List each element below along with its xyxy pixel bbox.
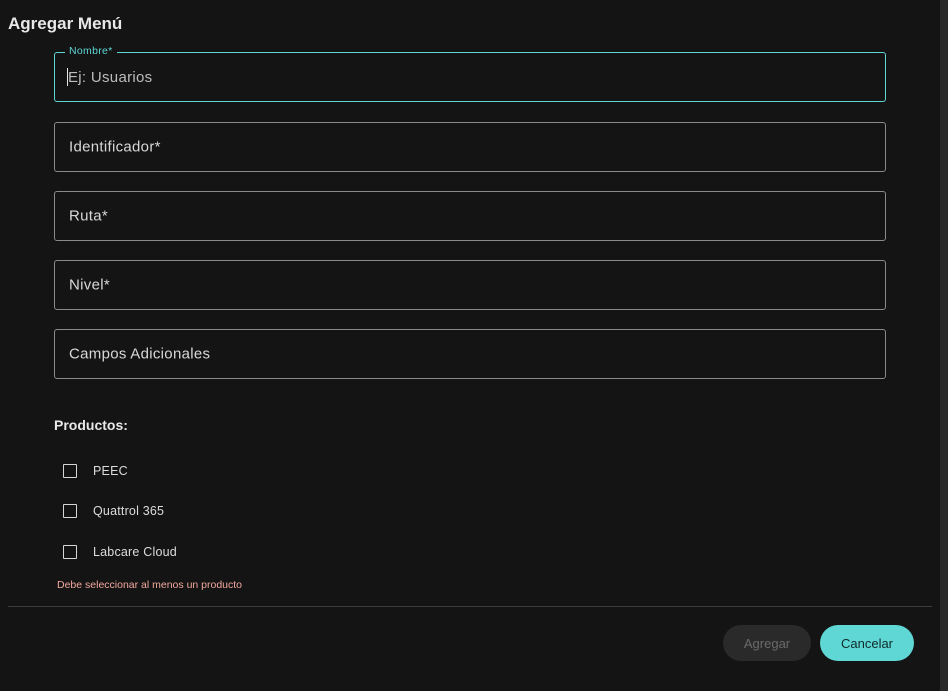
checkbox-icon[interactable] xyxy=(63,545,77,559)
product-label: PEEC xyxy=(93,464,128,478)
product-label: Labcare Cloud xyxy=(93,545,177,559)
scrollbar-track xyxy=(940,0,948,691)
nivel-label: Nivel* xyxy=(69,276,110,294)
campos-adicionales-field[interactable]: Campos Adicionales xyxy=(54,329,886,379)
checkbox-icon[interactable] xyxy=(63,504,77,518)
identificador-label: Identificador* xyxy=(69,138,161,156)
identificador-field[interactable]: Identificador* xyxy=(54,122,886,172)
product-label: Quattrol 365 xyxy=(93,504,165,518)
campos-adicionales-label: Campos Adicionales xyxy=(69,345,211,363)
checkbox-icon[interactable] xyxy=(63,464,77,478)
add-menu-dialog: Agregar Menú Nombre* Identificador* Ruta… xyxy=(0,0,948,691)
dialog-title: Agregar Menú xyxy=(8,14,123,33)
text-caret xyxy=(67,68,68,86)
nivel-field[interactable]: Nivel* xyxy=(54,260,886,310)
nombre-field[interactable]: Nombre* xyxy=(54,45,886,102)
product-checkbox-peec[interactable]: PEEC xyxy=(63,462,128,480)
productos-title: Productos: xyxy=(54,417,128,433)
add-button[interactable]: Agregar xyxy=(723,625,811,661)
product-checkbox-labcare-cloud[interactable]: Labcare Cloud xyxy=(63,543,177,561)
productos-error-message: Debe seleccionar al menos un producto xyxy=(57,579,243,591)
ruta-label: Ruta* xyxy=(69,207,109,225)
nombre-input[interactable] xyxy=(55,53,885,101)
cancel-button[interactable]: Cancelar xyxy=(820,625,914,661)
ruta-field[interactable]: Ruta* xyxy=(54,191,886,241)
footer-divider xyxy=(8,606,932,607)
product-checkbox-quattrol-365[interactable]: Quattrol 365 xyxy=(63,502,164,520)
